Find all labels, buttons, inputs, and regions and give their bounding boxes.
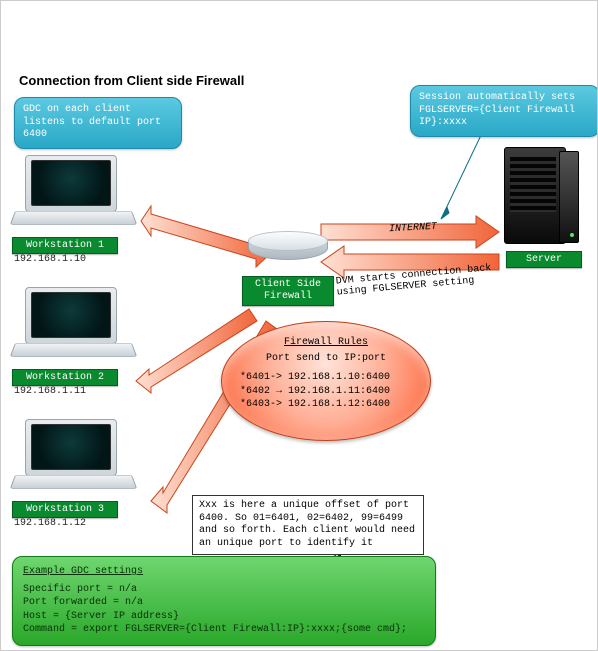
firewall-rule: *6403-> 192.168.1.12:6400 <box>240 398 412 412</box>
server-label: Server <box>506 251 582 268</box>
workstation-1-icon <box>15 155 130 233</box>
workstation-3-label: Workstation 3 <box>12 501 118 518</box>
firewall-label: Client Side Firewall <box>242 276 334 306</box>
server-icon <box>504 147 579 247</box>
page-title: Connection from Client side Firewall <box>19 73 244 88</box>
workstation-2-ip: 192.168.1.11 <box>14 386 86 397</box>
firewall-rules-heading: Firewall Rules <box>240 336 412 350</box>
workstation-1-label: Workstation 1 <box>12 237 118 254</box>
gdc-settings-heading: Example GDC settings <box>23 565 425 579</box>
gdc-setting-line: Command = export FGLSERVER={Client Firew… <box>23 623 425 637</box>
workstation-1-ip: 192.168.1.10 <box>14 254 86 265</box>
callout-session-sets: Session automatically sets FGLSERVER={Cl… <box>410 85 598 137</box>
gdc-setting-line: Specific port = n/a <box>23 583 425 597</box>
workstation-3-ip: 192.168.1.12 <box>14 518 86 529</box>
offset-note: Xxx is here a unique offset of port 6400… <box>192 495 424 555</box>
workstation-2-label: Workstation 2 <box>12 369 118 386</box>
label-internet: INTERNET <box>389 222 438 235</box>
workstation-3-icon <box>15 419 130 497</box>
firewall-icon <box>248 231 326 265</box>
gdc-settings-box: Example GDC settings Specific port = n/a… <box>12 556 436 646</box>
firewall-rules-sub: Port send to IP:port <box>240 352 412 366</box>
callout-gdc-listen: GDC on each client listens to default po… <box>14 97 182 149</box>
firewall-rule: *6401-> 192.168.1.10:6400 <box>240 371 412 385</box>
gdc-setting-line: Host = {Server IP address} <box>23 610 425 624</box>
firewall-label-text: Client Side Firewall <box>255 279 321 302</box>
firewall-rules-bubble: Firewall Rules Port send to IP:port *640… <box>221 321 431 441</box>
workstation-2-icon <box>15 287 130 365</box>
firewall-rule: *6402 → 192.168.1.11:6400 <box>240 385 412 399</box>
diagram-canvas: { "title": "Connection from Client side … <box>0 0 598 651</box>
label-dvm-back: DVM starts connection back using FGLSERV… <box>335 261 511 298</box>
gdc-setting-line: Port forwarded = n/a <box>23 596 425 610</box>
